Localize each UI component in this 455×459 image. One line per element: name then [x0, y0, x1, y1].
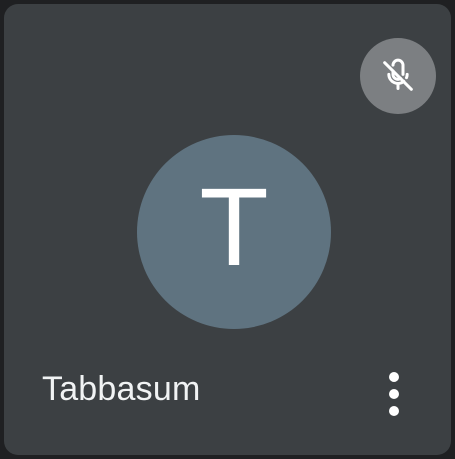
more-vert-icon: [389, 372, 399, 382]
mic-off-indicator: [360, 38, 436, 114]
avatar-initial: T: [202, 168, 266, 290]
participant-name: Tabbasum: [42, 370, 201, 408]
more-vert-icon-dot: [389, 406, 399, 416]
more-options-button[interactable]: [368, 362, 420, 426]
participant-tile[interactable]: T Tabbasum: [4, 4, 451, 455]
more-vert-icon-dot: [389, 389, 399, 399]
mic-off-icon: [383, 58, 413, 91]
avatar: T: [137, 135, 331, 329]
